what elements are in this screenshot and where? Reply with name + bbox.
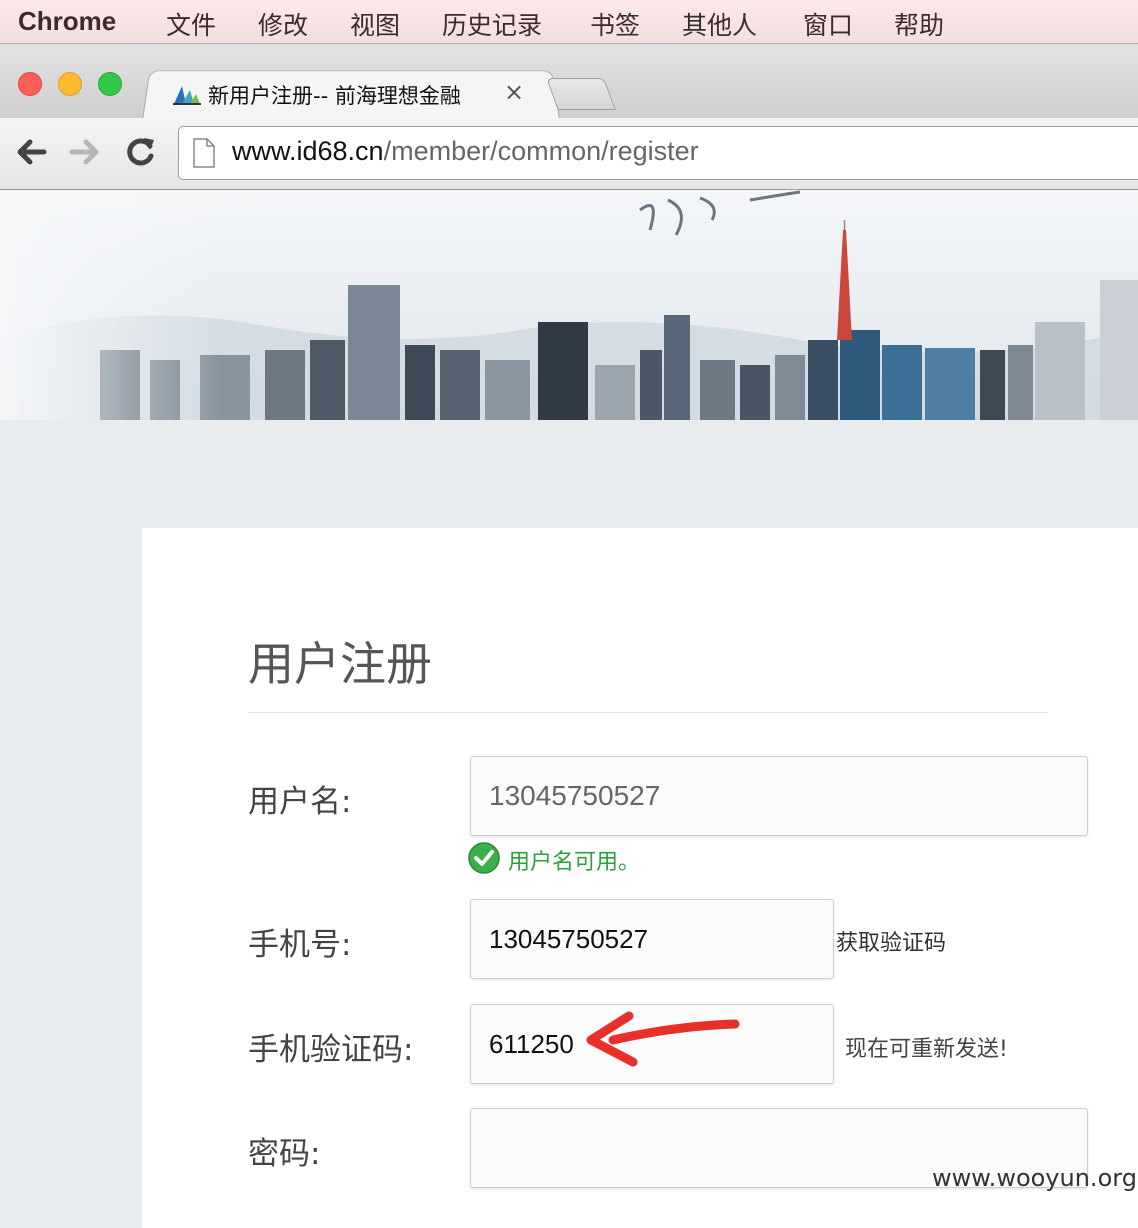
menu-file[interactable]: 文件 — [166, 6, 216, 42]
window-close-button[interactable] — [18, 72, 42, 96]
password-label: 密码: — [248, 1136, 321, 1172]
watermark-text: www.wooyun.org — [932, 1164, 1137, 1192]
page-title: 用户注册 — [248, 637, 432, 691]
window-zoom-button[interactable] — [98, 72, 122, 96]
red-annotation-arrow-icon — [586, 1011, 740, 1067]
new-tab-button[interactable] — [546, 78, 616, 110]
phone-label: 手机号: — [248, 927, 352, 963]
url-host: www.id68.cn — [232, 136, 384, 166]
username-available-message: 用户名可用。 — [508, 850, 641, 875]
menu-edit[interactable]: 修改 — [258, 6, 308, 42]
tab-title: 新用户注册-- 前海理想金融 — [208, 84, 461, 108]
username-input[interactable]: 13045750527 — [470, 756, 1088, 836]
forward-arrow-icon[interactable] — [64, 132, 104, 172]
menu-history[interactable]: 历史记录 — [442, 6, 542, 42]
tab-close-icon[interactable]: × — [504, 78, 524, 106]
check-circle-icon — [468, 842, 500, 874]
phone-input[interactable]: 13045750527 — [470, 899, 834, 979]
address-bar-url[interactable]: www.id68.cn/member/common/register — [232, 136, 699, 167]
menu-window[interactable]: 窗口 — [803, 6, 853, 42]
site-favicon-icon — [173, 86, 201, 105]
menu-help[interactable]: 帮助 — [894, 6, 944, 42]
sms-code-label: 手机验证码: — [248, 1032, 414, 1068]
page-document-icon — [193, 138, 215, 168]
header-banner-skyline — [0, 190, 1138, 420]
menu-app-name[interactable]: Chrome — [18, 6, 116, 37]
get-verification-code-link[interactable]: 获取验证码 — [836, 925, 946, 957]
url-path: /member/common/register — [383, 136, 699, 166]
username-label: 用户名: — [248, 784, 352, 820]
menu-view[interactable]: 视图 — [350, 6, 400, 42]
reload-icon[interactable] — [120, 132, 160, 172]
menu-bookmarks[interactable]: 书签 — [590, 6, 640, 42]
city-skyline-image — [0, 190, 1138, 420]
window-minimize-button[interactable] — [58, 72, 82, 96]
macos-menu-bar: Chrome 文件 修改 视图 历史记录 书签 其他人 窗口 帮助 — [0, 0, 1138, 44]
title-divider — [248, 712, 1048, 713]
back-arrow-icon[interactable] — [12, 132, 52, 172]
resend-status-text: 现在可重新发送! — [845, 1037, 1008, 1062]
menu-people[interactable]: 其他人 — [682, 6, 757, 42]
